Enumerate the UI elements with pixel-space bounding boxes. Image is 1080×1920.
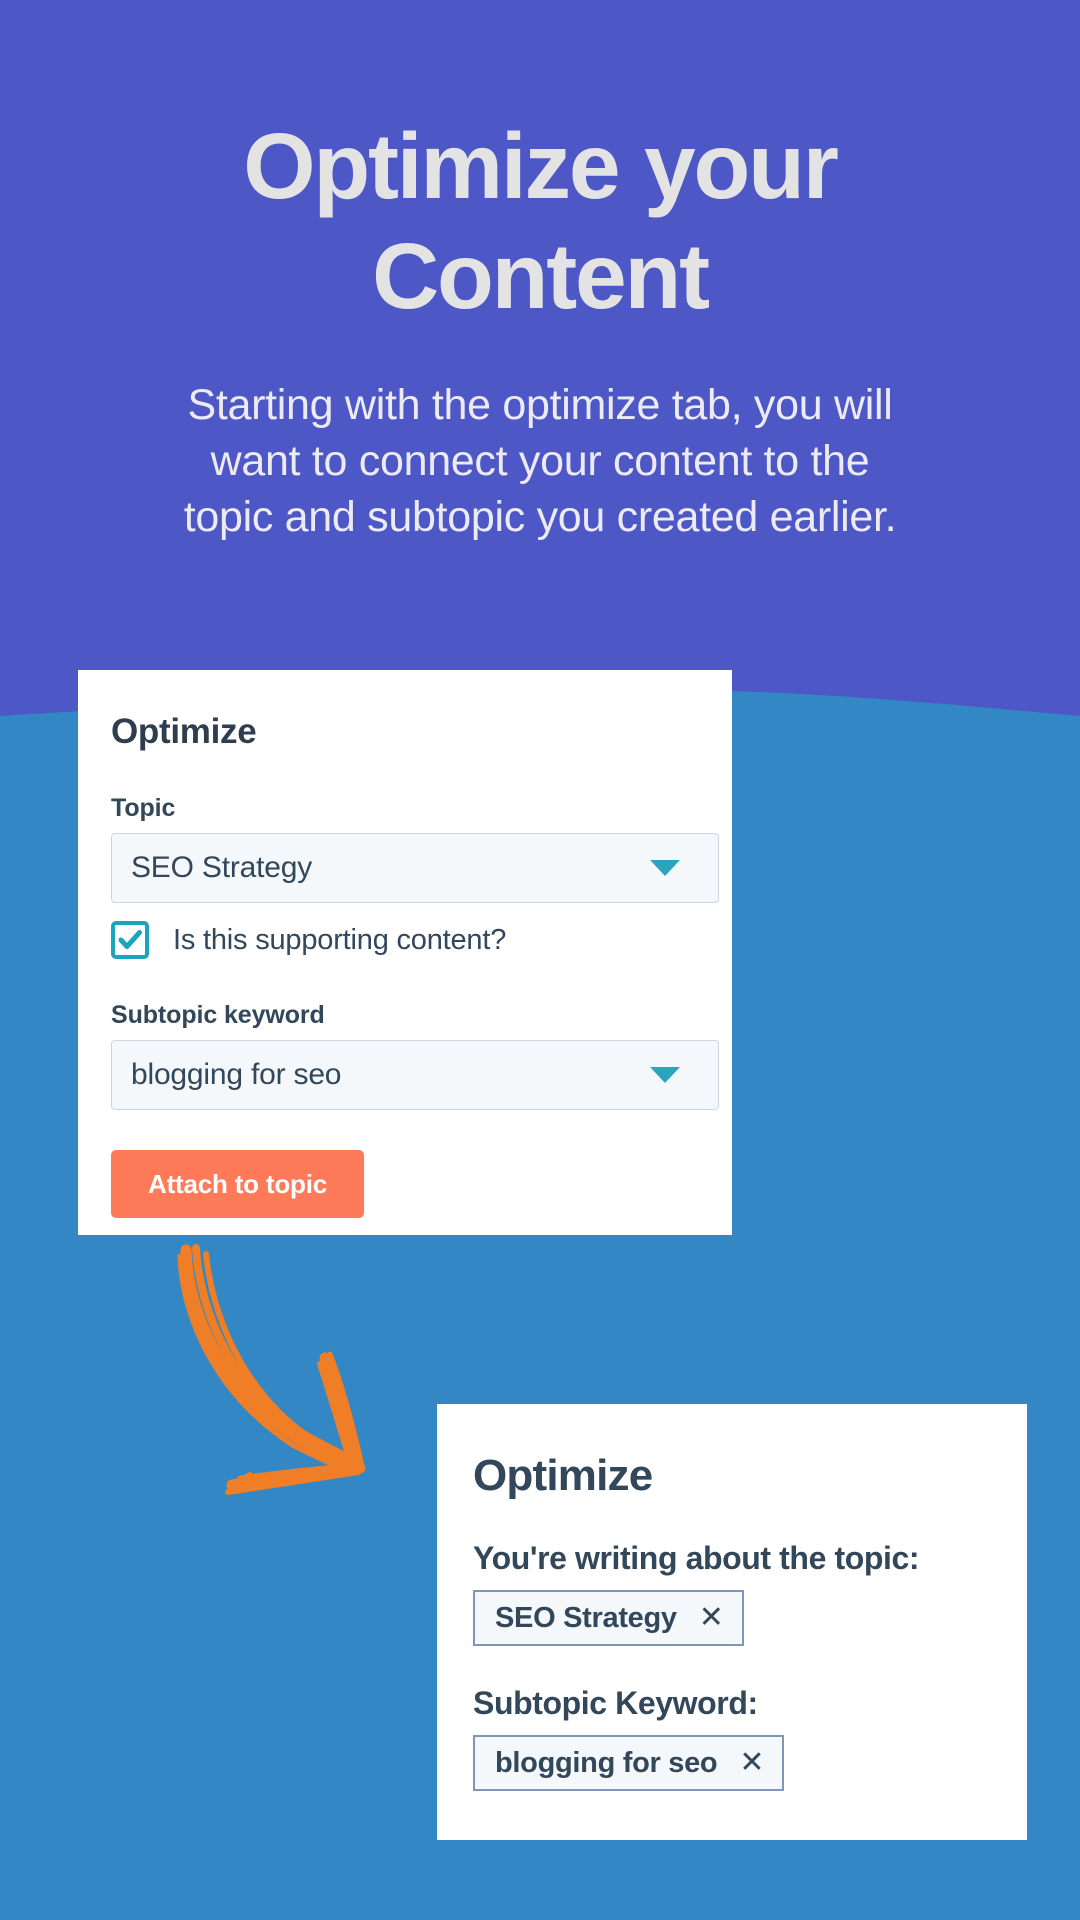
optimize-result-card: Optimize You're writing about the topic:… <box>437 1404 1027 1840</box>
chevron-down-icon <box>650 860 680 876</box>
chevron-down-icon <box>650 1067 680 1083</box>
supporting-content-checkbox[interactable] <box>111 921 149 959</box>
topic-select[interactable]: SEO Strategy <box>111 833 719 903</box>
page-subtitle-line-3: topic and subtopic you created earlier. <box>183 493 897 542</box>
subtopic-field-label: Subtopic keyword <box>111 1001 325 1029</box>
page-title: Optimize your Content <box>0 0 1080 331</box>
page-title-line-2: Content <box>372 223 710 328</box>
supporting-content-label: Is this supporting content? <box>173 923 507 956</box>
topic-tag-label: SEO Strategy <box>495 1601 677 1634</box>
hero-section: Optimize your Content Starting with the … <box>0 0 1080 546</box>
page-subtitle-line-1: Starting with the optimize tab, you will <box>187 381 893 430</box>
subtopic-select[interactable]: blogging for seo <box>111 1040 719 1110</box>
close-icon[interactable]: ✕ <box>739 1748 764 1778</box>
close-icon[interactable]: ✕ <box>699 1603 724 1633</box>
topic-select-value: SEO Strategy <box>131 851 313 884</box>
topic-result-heading: You're writing about the topic: <box>473 1540 920 1576</box>
optimize-form-title: Optimize <box>111 712 257 751</box>
attach-to-topic-button[interactable]: Attach to topic <box>111 1150 364 1218</box>
optimize-result-title: Optimize <box>473 1451 653 1500</box>
topic-tag[interactable]: SEO Strategy ✕ <box>473 1590 744 1646</box>
topic-field-label: Topic <box>111 794 176 822</box>
subtopic-result-heading: Subtopic Keyword: <box>473 1685 758 1721</box>
checkmark-icon <box>118 930 142 949</box>
page-title-line-1: Optimize your <box>243 114 839 218</box>
subtopic-select-value: blogging for seo <box>131 1058 342 1091</box>
page-subtitle: Starting with the optimize tab, you will… <box>0 331 1080 546</box>
optimize-form-card: Optimize Topic SEO Strategy Is this supp… <box>78 670 732 1235</box>
page-subtitle-line-2: want to connect your content to the <box>210 437 870 486</box>
supporting-content-row[interactable]: Is this supporting content? <box>111 921 732 959</box>
subtopic-tag-label: blogging for seo <box>495 1746 718 1779</box>
subtopic-tag[interactable]: blogging for seo ✕ <box>473 1735 785 1791</box>
